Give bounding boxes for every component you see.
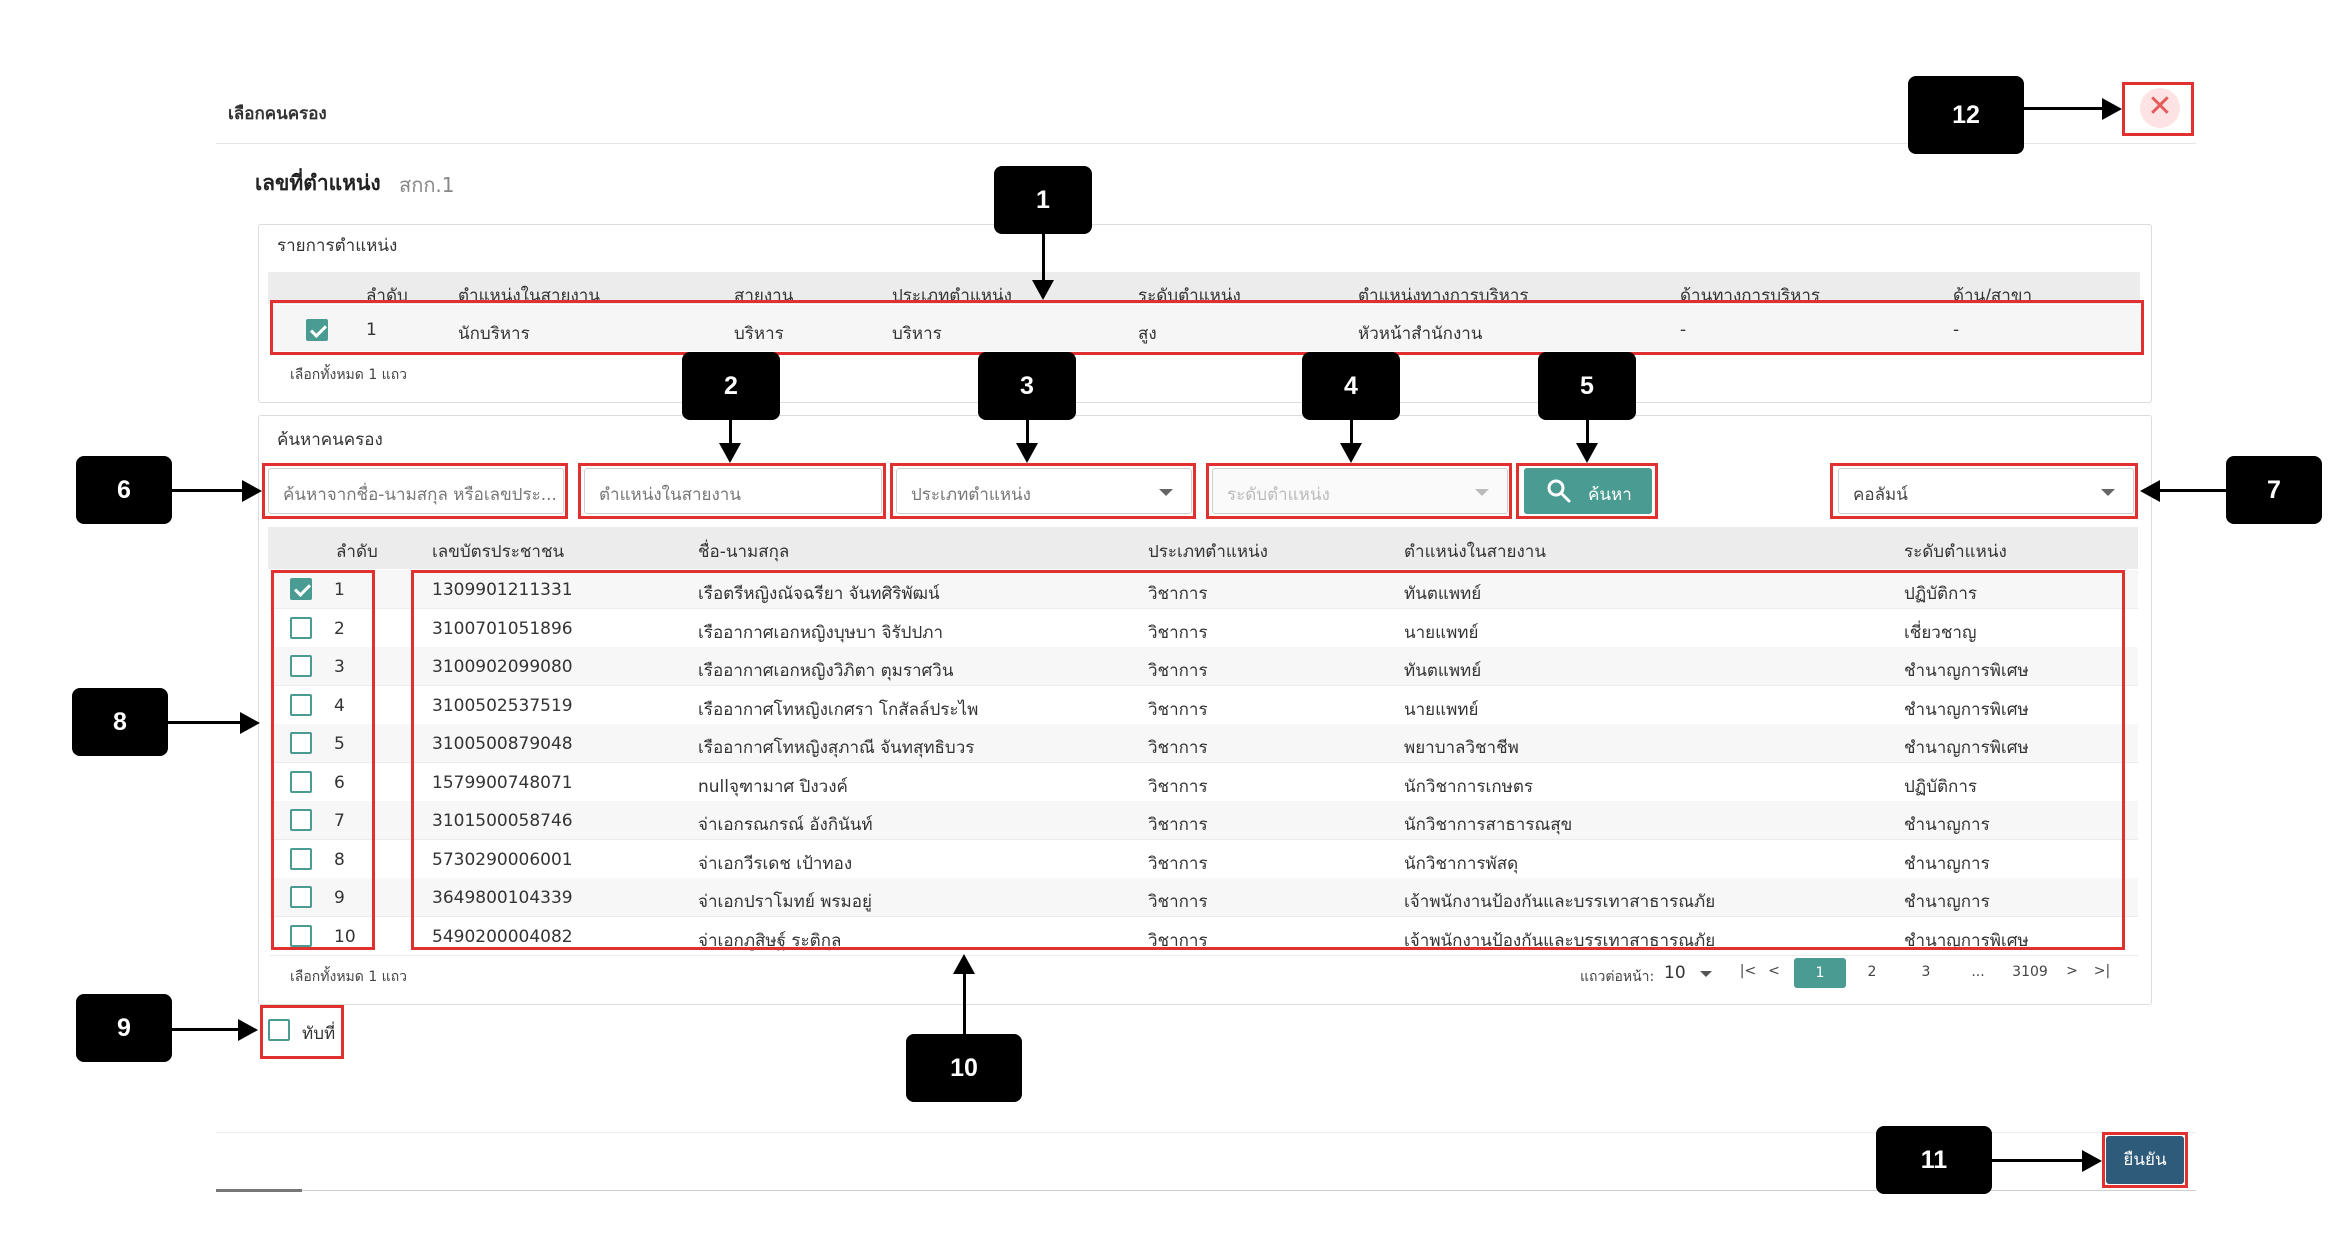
callout-arrow-1 xyxy=(1042,234,1045,282)
page-button[interactable]: 3109 xyxy=(2010,964,2050,980)
highlight-search-button xyxy=(1516,463,1658,519)
callout-badge-2: 2 xyxy=(682,352,780,420)
col-header: ชื่อ-นามสกุล xyxy=(698,542,790,562)
callout-arrow-6 xyxy=(172,489,244,492)
highlight-column-select xyxy=(1830,463,2138,519)
col-header: ประเภทตำแหน่ง xyxy=(1148,542,1268,562)
rows-per-page-label: แถวต่อหน้า: xyxy=(1580,969,1655,985)
position-number-label: เลขที่ตำแหน่ง xyxy=(255,171,381,195)
callout-badge-4: 4 xyxy=(1302,352,1400,420)
callout-badge-11: 11 xyxy=(1876,1126,1992,1194)
callout-badge-6: 6 xyxy=(76,456,172,524)
callout-arrowhead-11 xyxy=(2082,1150,2102,1172)
highlight-position-input xyxy=(578,463,886,519)
callout-arrow-12 xyxy=(2024,107,2104,110)
callout-arrow-7 xyxy=(2158,489,2226,492)
highlight-name-input xyxy=(262,463,568,519)
callout-arrowhead-12 xyxy=(2102,98,2122,120)
col-header: ระดับตำแหน่ง xyxy=(1904,542,2007,562)
page-button-current[interactable]: 1 xyxy=(1794,958,1846,988)
col-header: ลำดับ xyxy=(336,542,378,562)
dialog-title: เลือกคนครอง xyxy=(228,104,327,124)
callout-arrowhead-4 xyxy=(1340,443,1362,463)
position-number-value: สกก.1 xyxy=(399,173,455,197)
highlight-replace-checkbox xyxy=(260,1005,344,1059)
callout-badge-7: 7 xyxy=(2226,456,2322,524)
callout-arrowhead-7 xyxy=(2140,480,2160,502)
callout-badge-1: 1 xyxy=(994,166,1092,234)
callout-arrowhead-8 xyxy=(240,712,260,734)
callout-badge-10: 10 xyxy=(906,1034,1022,1102)
page-button[interactable]: 3 xyxy=(1916,964,1936,980)
callout-arrow-11 xyxy=(1992,1159,2084,1162)
callout-arrowhead-5 xyxy=(1576,443,1598,463)
callout-arrowhead-9 xyxy=(238,1019,258,1041)
callout-arrow-8 xyxy=(168,721,242,724)
position-list-heading: รายการตำแหน่ง xyxy=(277,236,398,256)
first-page-icon[interactable]: |< xyxy=(1738,963,1758,979)
highlight-position-row xyxy=(270,300,2144,355)
callout-arrowhead-1 xyxy=(1032,280,1054,300)
prev-page-icon[interactable]: < xyxy=(1766,963,1782,979)
bottom-divider-accent xyxy=(216,1189,302,1192)
highlight-close-button xyxy=(2122,82,2194,136)
results-selected-note: เลือกทั้งหมด 1 แถว xyxy=(290,969,408,985)
callout-badge-5: 5 xyxy=(1538,352,1636,420)
callout-arrowhead-10 xyxy=(953,954,975,974)
highlight-checkbox-column xyxy=(271,570,375,950)
callout-badge-8: 8 xyxy=(72,688,168,756)
page-button[interactable]: 2 xyxy=(1862,964,1882,980)
highlight-level-select xyxy=(1206,463,1512,519)
callout-badge-3: 3 xyxy=(978,352,1076,420)
highlight-confirm-button xyxy=(2102,1132,2188,1188)
callout-arrow-9 xyxy=(172,1028,240,1031)
callout-arrow-10 xyxy=(963,972,966,1034)
rows-per-page-select[interactable]: 10 xyxy=(1664,963,1686,983)
callout-arrowhead-2 xyxy=(719,443,741,463)
title-divider xyxy=(216,143,2196,144)
next-page-icon[interactable]: > xyxy=(2064,963,2080,979)
position-selected-note: เลือกทั้งหมด 1 แถว xyxy=(290,367,408,383)
col-header: ตำแหน่งในสายงาน xyxy=(1404,542,1546,562)
highlight-data-rows xyxy=(411,570,2125,950)
callout-arrowhead-6 xyxy=(242,480,262,502)
callout-badge-12: 12 xyxy=(1908,76,2024,154)
highlight-type-select xyxy=(890,463,1196,519)
col-header: เลขบัตรประชาชน xyxy=(432,542,565,562)
callout-arrowhead-3 xyxy=(1016,443,1038,463)
callout-badge-9: 9 xyxy=(76,994,172,1062)
page-ellipsis: ... xyxy=(1971,964,1985,980)
chevron-down-icon xyxy=(1700,971,1712,977)
search-heading: ค้นหาคนครอง xyxy=(277,430,383,450)
last-page-icon[interactable]: >| xyxy=(2090,963,2114,979)
